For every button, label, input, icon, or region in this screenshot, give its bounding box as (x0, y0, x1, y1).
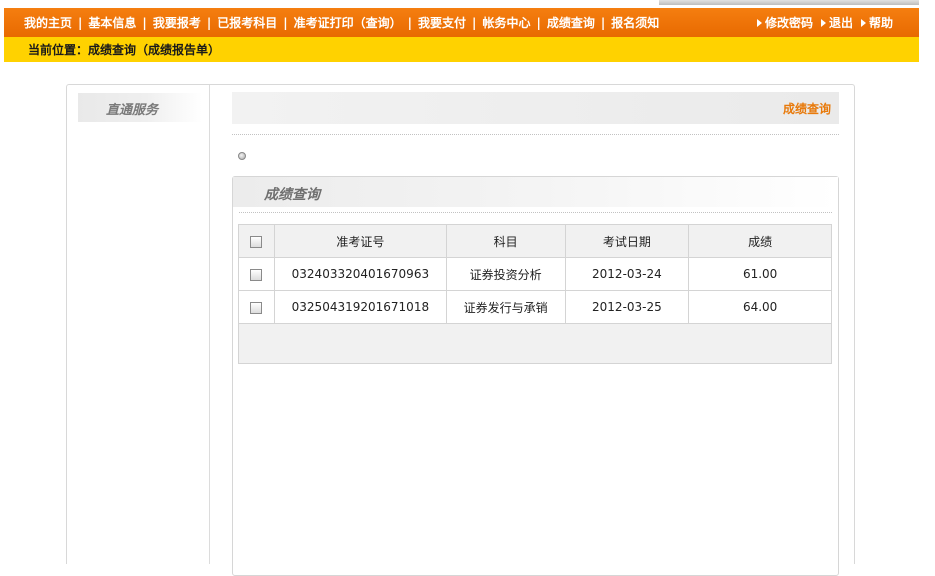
logout-label: 退出 (828, 16, 853, 30)
nav-basic-info[interactable]: 基本信息 (88, 14, 136, 31)
nav-separator: | (407, 15, 413, 30)
help-link[interactable]: 帮助 (860, 14, 893, 31)
arrow-right-icon (820, 18, 826, 27)
breadcrumb-current: 成绩查询（成绩报告单） (88, 43, 221, 57)
nav-separator: | (472, 15, 477, 30)
row-checkbox[interactable] (250, 268, 263, 281)
divider (239, 212, 832, 213)
sidebar-header: 直通服务 (78, 93, 202, 122)
nav-separator: | (206, 15, 212, 30)
content-header-title: 成绩查询 (782, 102, 831, 116)
row-select-cell (238, 257, 275, 291)
nav-separator: | (536, 15, 541, 30)
table-row: 032403320401670963 证券投资分析 2012-03-24 61.… (238, 257, 832, 291)
change-password-link[interactable]: 修改密码 (756, 14, 813, 31)
row-select-cell (238, 290, 275, 324)
column-header-exam-date: 考试日期 (564, 224, 690, 258)
panel-header: 成绩查询 (233, 177, 838, 207)
nav-admission-ticket[interactable]: 准考证打印（查询） (294, 14, 402, 31)
breadcrumb-prefix: 当前位置： (28, 43, 89, 57)
table-footer-row (238, 323, 832, 364)
nav-account-center[interactable]: 帐务中心 (482, 14, 530, 31)
column-header-subject: 科目 (445, 224, 566, 258)
sidebar-title: 直通服务 (106, 103, 159, 118)
ticket-no-cell: 032504319201671018 (273, 290, 447, 324)
ticket-no-cell: 032403320401670963 (273, 257, 447, 291)
nav-registered-subjects[interactable]: 已报考科目 (217, 14, 277, 31)
content-frame: 直通服务 成绩查询 成绩查询 准考证号 科目 考试日期 成绩 032403320… (66, 84, 855, 576)
subject-cell: 证券投资分析 (445, 257, 566, 291)
main-content: 成绩查询 成绩查询 准考证号 科目 考试日期 成绩 03240332040167… (232, 85, 839, 576)
nav-separator: | (600, 15, 606, 30)
top-nav-bar: 我的主页 | 基本信息 | 我要报考 | 已报考科目 | 准考证打印（查询） |… (4, 8, 919, 37)
nav-score-query[interactable]: 成绩查询 (547, 14, 595, 31)
help-label: 帮助 (868, 16, 893, 30)
top-strip-decoration (659, 0, 919, 5)
score-panel: 成绩查询 准考证号 科目 考试日期 成绩 032403320401670963 (232, 176, 839, 576)
nav-payment[interactable]: 我要支付 (418, 14, 466, 31)
sidebar: 直通服务 (67, 85, 210, 564)
content-header: 成绩查询 (232, 92, 839, 124)
panel-title: 成绩查询 (264, 187, 320, 203)
nav-apply[interactable]: 我要报考 (153, 14, 201, 31)
table-header-row: 准考证号 科目 考试日期 成绩 (238, 224, 832, 258)
arrow-right-icon (860, 18, 866, 27)
logout-link[interactable]: 退出 (820, 14, 853, 31)
column-header-ticket-no: 准考证号 (273, 224, 447, 258)
nav-registration-notice[interactable]: 报名须知 (611, 14, 659, 31)
table-row: 032504319201671018 证券发行与承销 2012-03-25 64… (238, 290, 832, 324)
subject-cell: 证券发行与承销 (445, 290, 566, 324)
user-nav: 修改密码 退出 帮助 (756, 8, 893, 37)
bullet-icon (238, 152, 246, 160)
nav-separator: | (283, 15, 288, 30)
nav-separator: | (78, 15, 83, 30)
exam-date-cell: 2012-03-25 (564, 290, 690, 324)
top-strip (0, 0, 935, 8)
exam-date-cell: 2012-03-24 (564, 257, 690, 291)
header-select-all (238, 224, 275, 258)
table-footer (238, 323, 832, 364)
row-checkbox[interactable] (250, 301, 263, 314)
breadcrumb: 当前位置： 成绩查询（成绩报告单） (4, 37, 919, 62)
score-cell: 64.00 (688, 290, 832, 324)
score-cell: 61.00 (688, 257, 832, 291)
nav-separator: | (142, 15, 147, 30)
change-password-label: 修改密码 (764, 16, 813, 30)
arrow-right-icon (756, 18, 762, 27)
column-header-score: 成绩 (688, 224, 832, 258)
select-all-checkbox[interactable] (250, 235, 263, 248)
nav-home[interactable]: 我的主页 (24, 14, 72, 31)
divider (232, 134, 839, 135)
score-table: 准考证号 科目 考试日期 成绩 032403320401670963 证券投资分… (238, 224, 832, 364)
main-nav: 我的主页 | 基本信息 | 我要报考 | 已报考科目 | 准考证打印（查询） |… (24, 8, 659, 37)
